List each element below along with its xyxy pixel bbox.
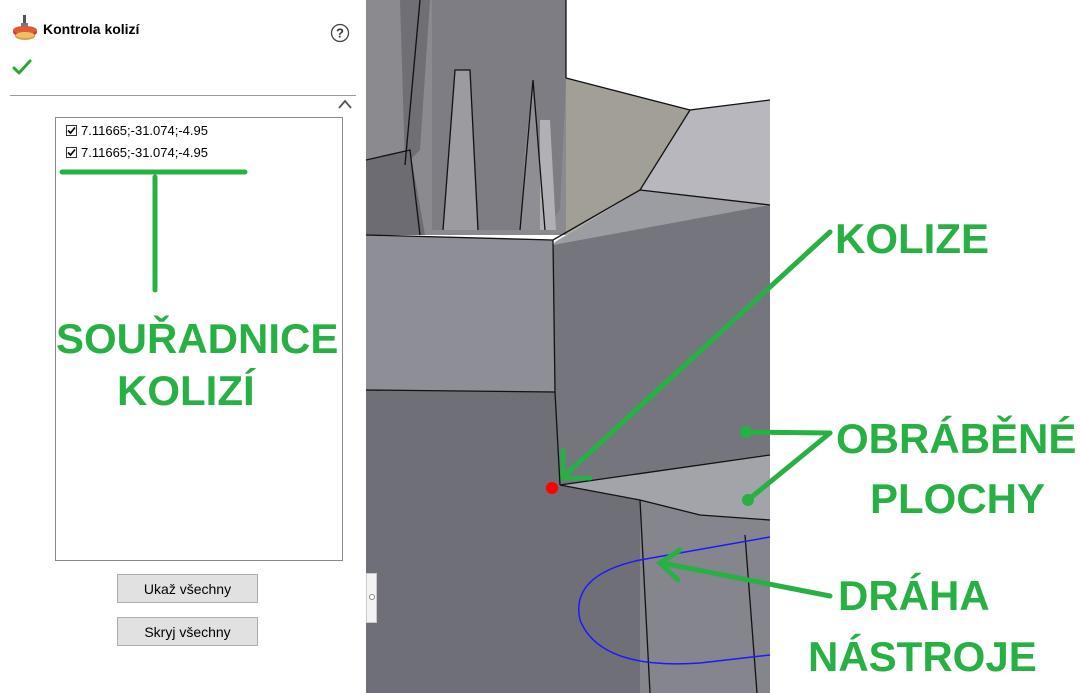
toolpath-label-line2: NÁSTROJE: [808, 633, 1037, 680]
collision-arrow: [560, 229, 833, 480]
coordinates-label-line1: SOUŘADNICE: [56, 315, 339, 362]
machined-arrow-2: [745, 430, 833, 503]
machined-surfaces-line1: OBRÁBĚNÉ: [836, 415, 1077, 462]
collision-label: KOLIZE: [835, 215, 989, 262]
machined-arrow-1: [743, 429, 833, 436]
toolpath-label-line1: DRÁHA: [838, 572, 990, 619]
coordinates-label-line2: KOLIZÍ: [117, 367, 255, 414]
machined-surfaces-line2: PLOCHY: [870, 475, 1046, 522]
toolpath-arrow: [659, 560, 833, 599]
